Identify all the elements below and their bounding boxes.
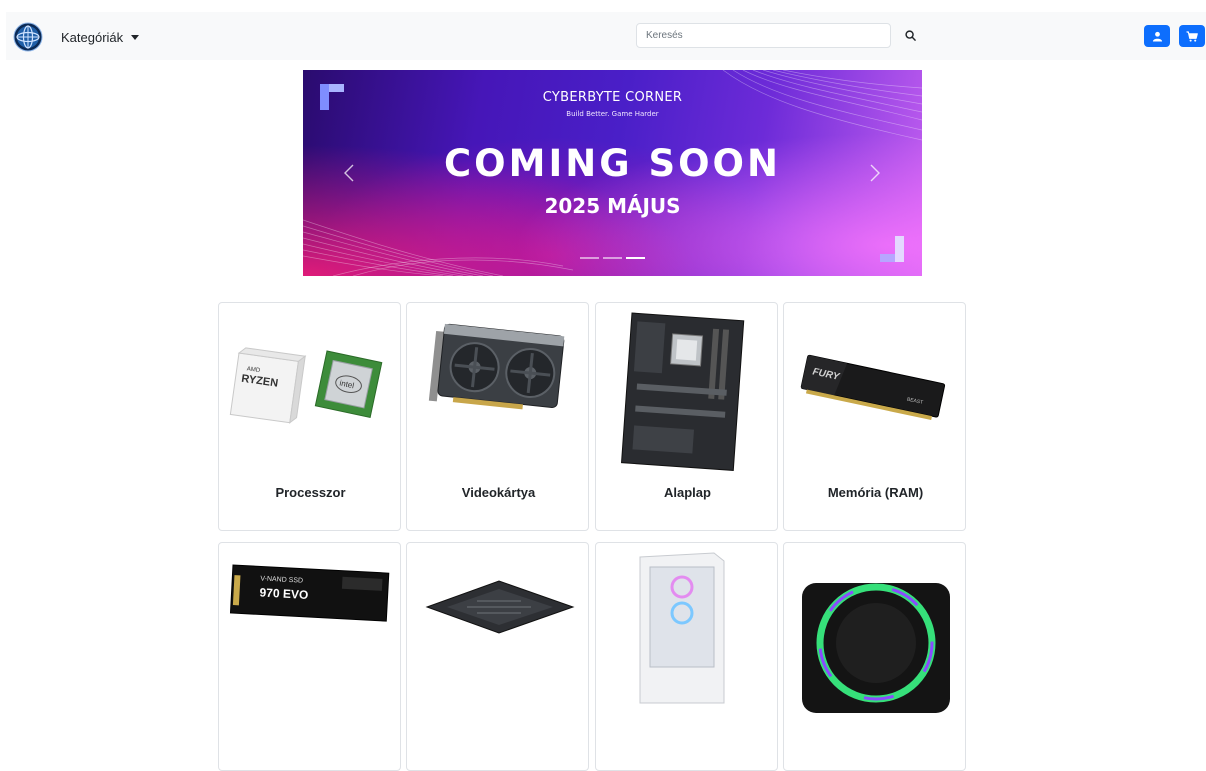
navbar: Kategóriák xyxy=(6,12,1206,60)
carousel-prev-button[interactable] xyxy=(337,158,361,188)
search-input[interactable] xyxy=(636,23,891,48)
chevron-right-icon xyxy=(870,164,880,182)
carousel-indicator-2[interactable] xyxy=(603,257,622,259)
user-button[interactable] xyxy=(1144,25,1170,47)
ram-image: FURY BEAST xyxy=(800,354,946,421)
cart-button[interactable] xyxy=(1179,25,1205,47)
carousel-next-button[interactable] xyxy=(863,158,887,188)
banner-headline: COMING SOON xyxy=(444,142,781,185)
pc-case-image xyxy=(639,552,725,704)
category-label: Processzor xyxy=(275,485,346,500)
banner-subline: 2025 MÁJUS xyxy=(544,194,681,218)
carousel-indicator-3[interactable] xyxy=(626,257,645,259)
search-button[interactable] xyxy=(900,24,920,46)
carousel-indicators xyxy=(580,257,645,259)
category-card-huto[interactable] xyxy=(783,542,966,771)
logo-globe-icon[interactable] xyxy=(13,22,43,52)
category-card-tapegyseg[interactable] xyxy=(406,542,589,771)
gpu-image xyxy=(428,323,565,410)
cpu-image: AMD RYZEN intel xyxy=(229,347,383,424)
rgb-fan-image xyxy=(802,583,950,713)
corner-bracket-decoration xyxy=(880,236,904,262)
categories-dropdown[interactable]: Kategóriák xyxy=(61,27,140,47)
categories-dropdown-label: Kategóriák xyxy=(61,29,124,45)
motherboard-image xyxy=(621,312,745,471)
psu-image xyxy=(425,580,575,634)
user-icon xyxy=(1152,31,1162,42)
chevron-left-icon xyxy=(344,164,354,182)
ssd-image: V-NAND SSD 970 EVO xyxy=(229,564,390,622)
category-card-szamitogephaz[interactable] xyxy=(595,542,778,771)
category-card-ssd[interactable]: V-NAND SSD 970 EVO xyxy=(218,542,401,771)
promo-carousel: CYBERBYTE CORNER Build Better. Game Hard… xyxy=(303,70,922,276)
category-label: Alaplap xyxy=(664,485,711,500)
category-label: Memória (RAM) xyxy=(827,485,924,500)
ssd-model-label: 970 EVO xyxy=(259,585,308,602)
category-card-processzor[interactable]: AMD RYZEN intel Processzor xyxy=(218,302,401,531)
caret-down-icon xyxy=(131,34,140,40)
category-card-memoria[interactable]: FURY BEAST Memória (RAM) xyxy=(783,302,966,531)
cart-icon xyxy=(1186,30,1198,42)
category-label: Videokártya xyxy=(461,485,536,500)
search-icon xyxy=(904,29,916,41)
banner-brand-title: CYBERBYTE CORNER xyxy=(542,90,683,105)
category-card-alaplap[interactable]: Alaplap xyxy=(595,302,778,531)
carousel-indicator-1[interactable] xyxy=(580,257,599,259)
category-card-videokartya[interactable]: Videokártya xyxy=(406,302,589,531)
banner-tagline: Build Better. Game Harder xyxy=(566,110,659,118)
